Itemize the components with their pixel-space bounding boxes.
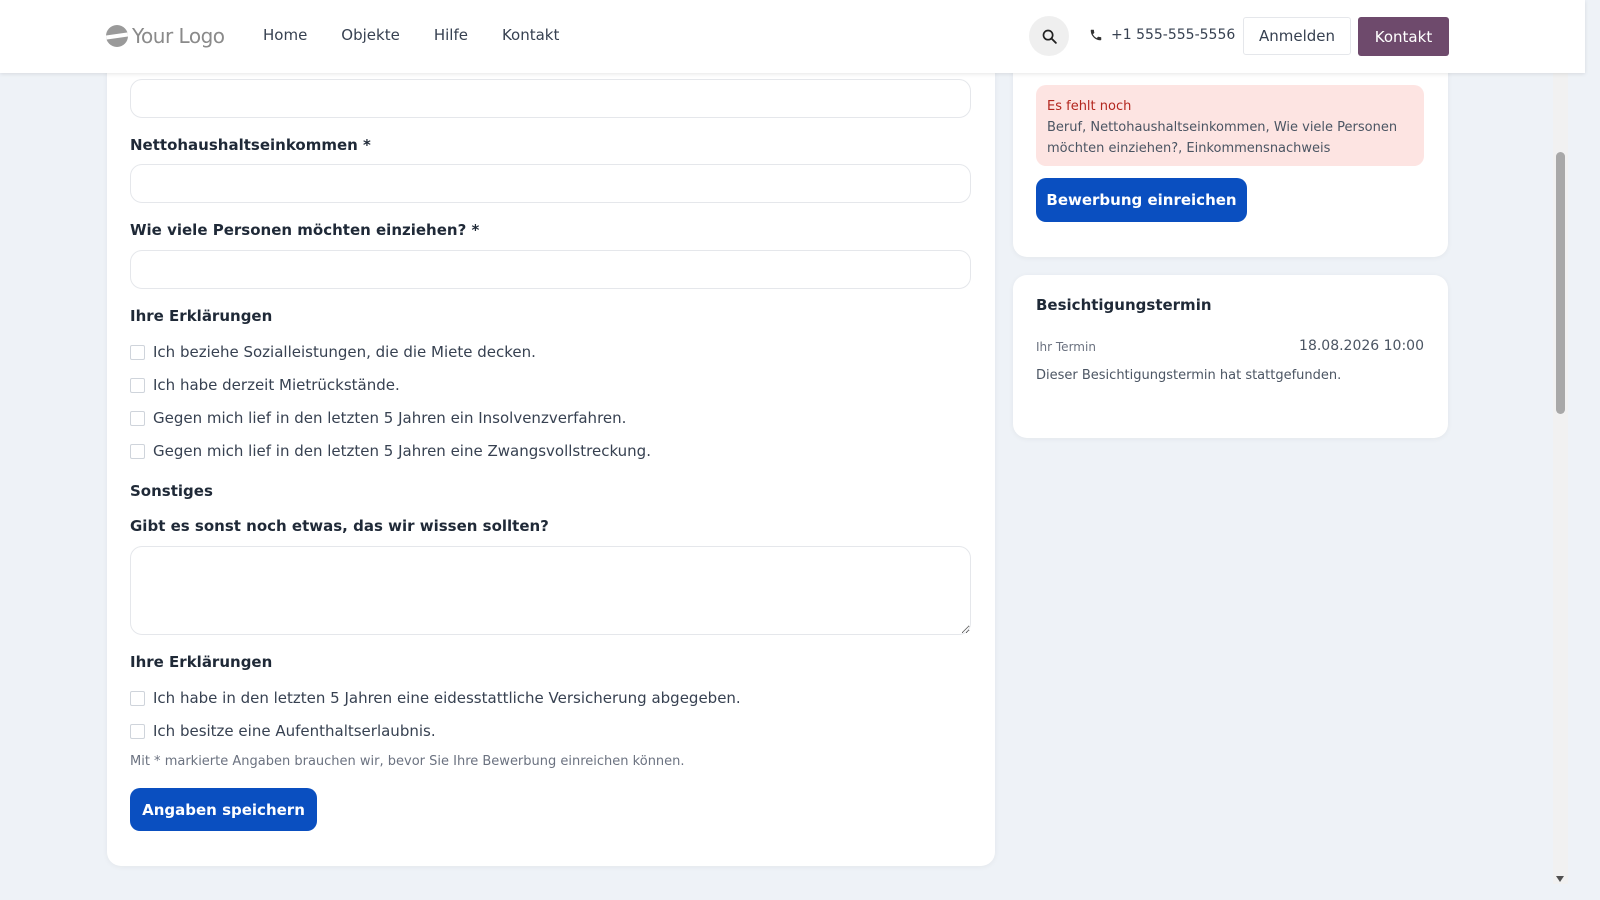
checkbox[interactable] xyxy=(130,410,145,426)
required-fields-hint: Mit * markierte Angaben brauchen wir, be… xyxy=(130,754,685,769)
misc-textarea[interactable] xyxy=(130,546,971,635)
checkbox[interactable] xyxy=(130,344,145,360)
scroll-down-arrow-icon[interactable] xyxy=(1556,876,1564,882)
checkbox[interactable] xyxy=(130,690,145,706)
checkbox-label: Gegen mich lief in den letzten 5 Jahren … xyxy=(153,442,651,460)
checkbox-label: Ich habe in den letzten 5 Jahren eine ei… xyxy=(153,689,741,707)
logo[interactable]: Your Logo xyxy=(106,22,225,50)
nav-hilfe[interactable]: Hilfe xyxy=(434,26,468,44)
declaration-affidavit[interactable]: Ich habe in den letzten 5 Jahren eine ei… xyxy=(130,689,741,707)
checkbox-label: Ich beziehe Sozialleistungen, die die Mi… xyxy=(153,343,536,361)
declaration-insolvency[interactable]: Gegen mich lief in den letzten 5 Jahren … xyxy=(130,409,626,427)
income-label: Nettohaushaltseinkommen * xyxy=(130,136,371,154)
phone-number: +1 555-555-5556 xyxy=(1111,27,1236,43)
logo-text: Your Logo xyxy=(132,24,225,48)
login-button[interactable]: Anmelden xyxy=(1243,17,1351,55)
declaration-enforcement[interactable]: Gegen mich lief in den letzten 5 Jahren … xyxy=(130,442,651,460)
income-input[interactable] xyxy=(130,164,971,203)
missing-info-alert: Es fehlt noch Beruf, Nettohaushaltseinko… xyxy=(1036,85,1424,166)
site-header: Your Logo Home Objekte Hilfe Kontakt +1 … xyxy=(0,0,1585,73)
checkbox-label: Ich habe derzeit Mietrückstände. xyxy=(153,376,400,394)
checkbox-label: Ich besitze eine Aufenthaltserlaubnis. xyxy=(153,722,436,740)
nav-home[interactable]: Home xyxy=(263,26,307,44)
missing-info-body: Beruf, Nettohaushaltseinkommen, Wie viel… xyxy=(1047,120,1398,156)
save-button[interactable]: Angaben speichern xyxy=(130,788,317,831)
main-nav: Home Objekte Hilfe Kontakt xyxy=(263,26,559,44)
declarations-heading: Ihre Erklärungen xyxy=(130,307,273,325)
declaration-rent-arrears[interactable]: Ich habe derzeit Mietrückstände. xyxy=(130,376,400,394)
declarations-heading-2: Ihre Erklärungen xyxy=(130,653,273,671)
phone-icon xyxy=(1090,29,1102,41)
checkbox-label: Gegen mich lief in den letzten 5 Jahren … xyxy=(153,409,627,427)
persons-input[interactable] xyxy=(130,250,971,289)
previous-field-input[interactable] xyxy=(130,79,971,118)
appointment-note: Dieser Besichtigungstermin hat stattgefu… xyxy=(1036,368,1342,383)
checkbox[interactable] xyxy=(130,443,145,459)
logo-icon xyxy=(106,25,128,47)
page-scrollbar[interactable] xyxy=(1553,0,1568,884)
checkbox[interactable] xyxy=(130,377,145,393)
misc-heading: Sonstiges xyxy=(130,482,213,500)
declaration-social-benefits[interactable]: Ich beziehe Sozialleistungen, die die Mi… xyxy=(130,343,536,361)
declaration-residence-permit[interactable]: Ich besitze eine Aufenthaltserlaubnis. xyxy=(130,722,436,740)
nav-objekte[interactable]: Objekte xyxy=(341,26,400,44)
scrollbar-thumb[interactable] xyxy=(1556,152,1565,414)
appointment-datetime: 18.08.2026 10:00 xyxy=(1299,338,1424,354)
contact-button[interactable]: Kontakt xyxy=(1358,17,1449,56)
submit-application-button[interactable]: Bewerbung einreichen xyxy=(1036,178,1247,222)
misc-question-label: Gibt es sonst noch etwas, das wir wissen… xyxy=(130,517,549,535)
checkbox[interactable] xyxy=(130,723,145,739)
phone-link[interactable]: +1 555-555-5556 xyxy=(1089,27,1235,43)
nav-kontakt[interactable]: Kontakt xyxy=(502,26,559,44)
missing-info-title: Es fehlt noch xyxy=(1047,99,1132,114)
appointment-label: Ihr Termin xyxy=(1036,340,1096,354)
search-button[interactable] xyxy=(1029,16,1069,56)
appointment-title: Besichtigungstermin xyxy=(1036,296,1212,314)
persons-label: Wie viele Personen möchten einziehen? * xyxy=(130,221,480,239)
search-icon xyxy=(1042,29,1057,44)
